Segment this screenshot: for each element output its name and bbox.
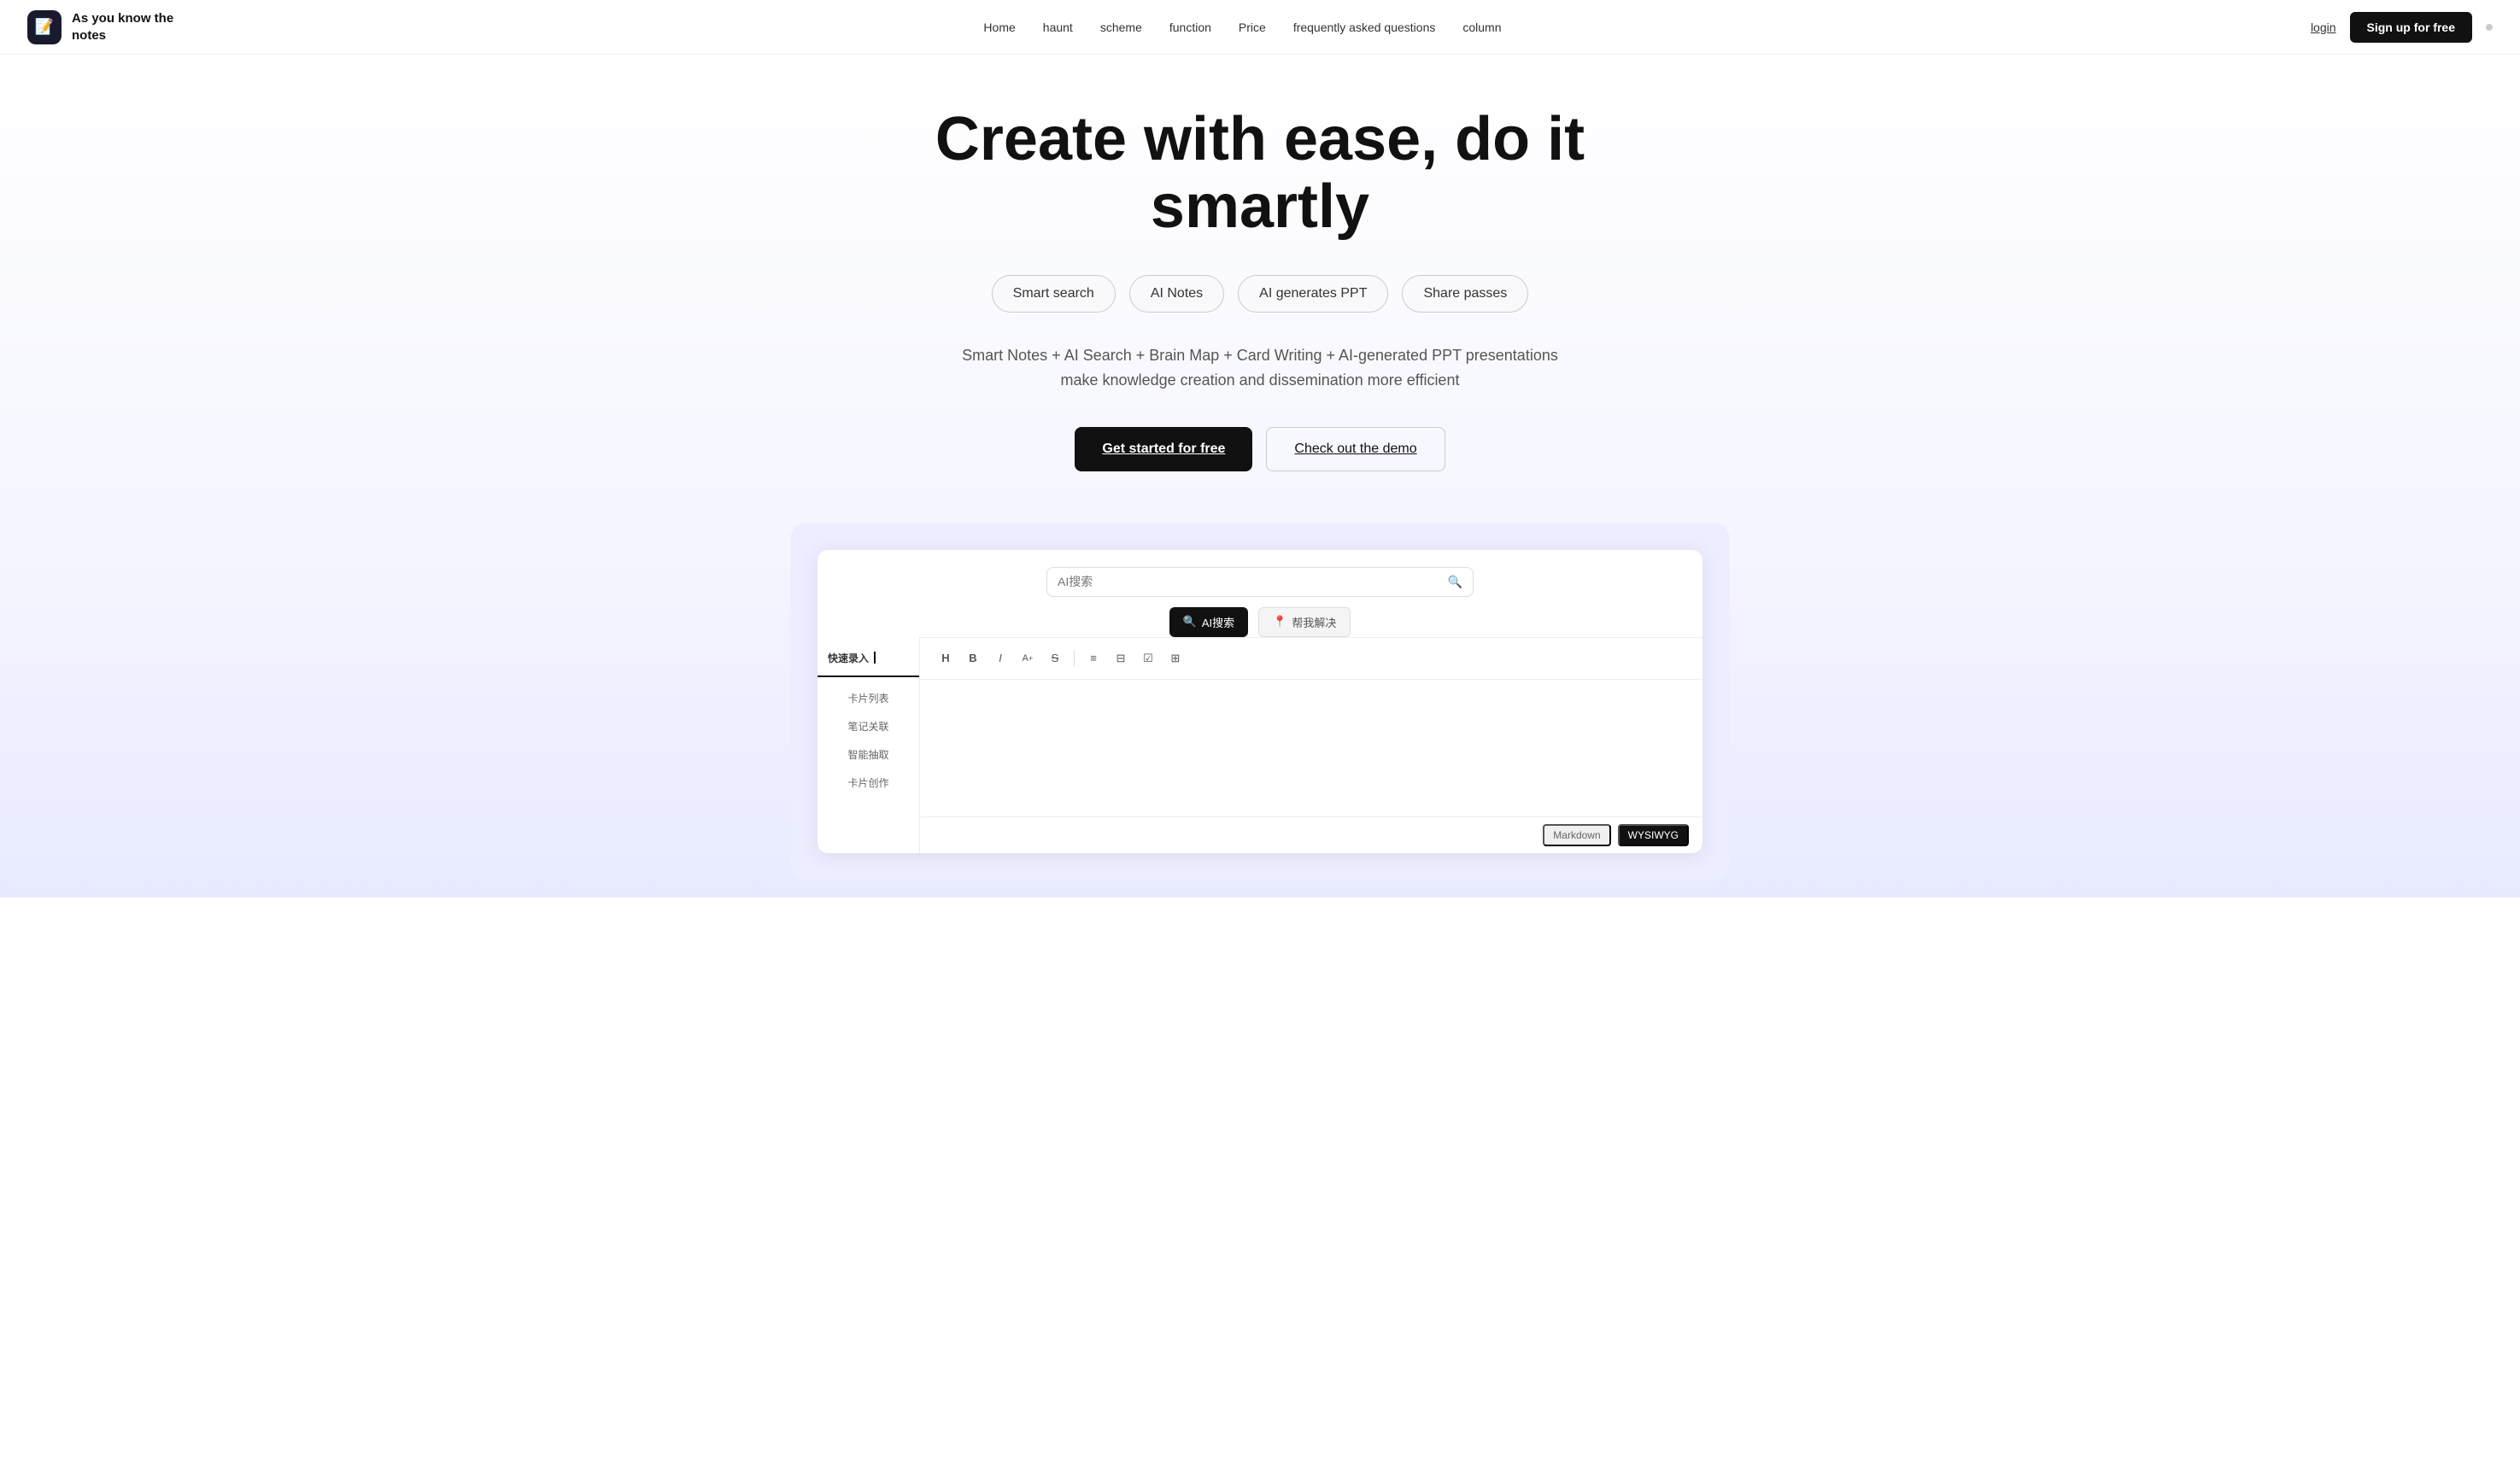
ai-search-input[interactable] <box>1058 575 1441 588</box>
hero-heading-line1: Create with ease, do it <box>876 106 1644 173</box>
nav-faq[interactable]: frequently asked questions <box>1293 20 1436 34</box>
demo-search-row: 🔍 <box>818 550 1702 597</box>
editor-footer-bar: Markdown WYSIWYG <box>920 816 1702 853</box>
nav-scheme[interactable]: scheme <box>1100 20 1142 34</box>
nav-column[interactable]: column <box>1462 20 1501 34</box>
toolbar-separator-1 <box>1074 650 1075 667</box>
feature-pills: Smart search AI Notes AI generates PPT S… <box>17 275 2503 313</box>
navigation: 📝 As you know the notes Home haunt schem… <box>0 0 2520 55</box>
pill-smart-search[interactable]: Smart search <box>992 275 1116 313</box>
nav-price[interactable]: Price <box>1239 20 1266 34</box>
nav-haunt[interactable]: haunt <box>1043 20 1073 34</box>
editor-content-area[interactable] <box>920 680 1702 816</box>
demo-sidebar-mini: 快速录入 卡片列表 笔记关联 智能抽取 卡片创作 <box>818 637 920 853</box>
demo-search-bar[interactable]: 🔍 <box>1046 567 1474 597</box>
demo-ai-row: 🔍 AI搜索 📍 帮我解决 <box>818 597 1702 637</box>
toolbar-italic[interactable]: I <box>988 646 1012 670</box>
logo-icon: 📝 <box>27 10 62 44</box>
nav-right: login Sign up for free <box>2311 12 2493 43</box>
logo[interactable]: 📝 As you know the notes <box>27 10 174 44</box>
mode-wysiwyg[interactable]: WYSIWYG <box>1618 824 1689 846</box>
sidebar-item-card-create[interactable]: 卡片创作 <box>818 769 919 797</box>
toolbar-strikethrough[interactable]: S <box>1043 646 1067 670</box>
ai-search-icon: 🔍 <box>1183 615 1197 629</box>
sidebar-header: 快速录入 <box>818 651 919 677</box>
toolbar-checklist[interactable]: ☑ <box>1136 646 1160 670</box>
logo-symbol: 📝 <box>35 18 54 36</box>
toolbar-ordered-list[interactable]: ⊟ <box>1109 646 1133 670</box>
sidebar-item-smart-extract[interactable]: 智能抽取 <box>818 740 919 769</box>
nav-function[interactable]: function <box>1169 20 1211 34</box>
pill-ai-ppt[interactable]: AI generates PPT <box>1238 275 1388 313</box>
ai-search-button[interactable]: 🔍 AI搜索 <box>1169 607 1248 637</box>
search-icon: 🔍 <box>1448 575 1462 589</box>
logo-text: As you know the notes <box>72 10 174 44</box>
signup-button[interactable]: Sign up for free <box>2350 12 2472 43</box>
toolbar-bold[interactable]: B <box>961 646 985 670</box>
editor-toolbar: H B I A+ S ≡ ⊟ ☑ ⊞ <box>920 637 1702 680</box>
toolbar-table[interactable]: ⊞ <box>1163 646 1187 670</box>
demo-inner: 🔍 🔍 AI搜索 📍 帮我解决 快速录入 <box>818 550 1702 853</box>
ai-help-icon: 📍 <box>1273 615 1286 629</box>
nav-dot <box>2486 24 2493 31</box>
get-started-button[interactable]: Get started for free <box>1075 427 1252 471</box>
sidebar-divider <box>874 652 876 664</box>
mode-markdown[interactable]: Markdown <box>1543 824 1610 846</box>
nav-links: Home haunt scheme function Price frequen… <box>983 20 1501 34</box>
hero-heading: Create with ease, do it smartly <box>876 106 1644 241</box>
ai-help-button[interactable]: 📍 帮我解决 <box>1258 607 1351 637</box>
sidebar-item-note-link[interactable]: 笔记关联 <box>818 712 919 740</box>
login-link[interactable]: login <box>2311 20 2336 34</box>
pill-share-passes[interactable]: Share passes <box>1402 275 1528 313</box>
demo-editor-main: H B I A+ S ≡ ⊟ ☑ ⊞ Markdown <box>920 637 1702 853</box>
cta-buttons: Get started for free Check out the demo <box>17 427 2503 471</box>
pill-ai-notes[interactable]: AI Notes <box>1129 275 1224 313</box>
hero-subtitle: Smart Notes + AI Search + Brain Map + Ca… <box>961 343 1559 393</box>
toolbar-heading[interactable]: H <box>934 646 958 670</box>
toolbar-list[interactable]: ≡ <box>1081 646 1105 670</box>
demo-button[interactable]: Check out the demo <box>1266 427 1445 471</box>
nav-home[interactable]: Home <box>983 20 1015 34</box>
demo-wrapper: 🔍 🔍 AI搜索 📍 帮我解决 快速录入 <box>790 523 1730 880</box>
toolbar-font-size[interactable]: A+ <box>1016 646 1040 670</box>
hero-heading-line2: smartly <box>876 173 1644 241</box>
sidebar-item-card-list[interactable]: 卡片列表 <box>818 684 919 712</box>
demo-editor: 快速录入 卡片列表 笔记关联 智能抽取 卡片创作 H B I A+ S <box>818 637 1702 853</box>
hero-section: Create with ease, do it smartly Smart se… <box>0 55 2520 898</box>
